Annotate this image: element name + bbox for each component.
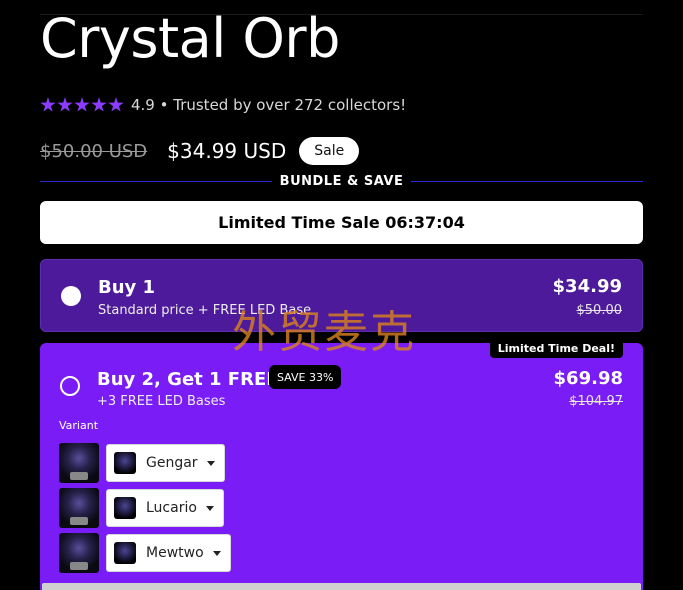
variant-select[interactable]: Lucario — [106, 489, 224, 527]
variant-thumbnail — [59, 533, 99, 573]
variant-select-value: Gengar — [146, 455, 198, 471]
bundle-header: BUNDLE & SAVE — [40, 172, 644, 190]
caret-down-icon — [212, 550, 221, 556]
star-icon — [57, 97, 73, 112]
rating-row: 4.9 • Trusted by over 272 collectors! — [40, 94, 406, 116]
save-badge: SAVE 33% — [269, 365, 342, 389]
sale-badge: Sale — [299, 137, 360, 165]
radio-unselected[interactable] — [60, 376, 80, 396]
option-title: Buy 2, Get 1 FREE — [97, 369, 279, 390]
option-compare-price: $104.97 — [569, 394, 623, 409]
star-icon — [74, 97, 90, 112]
current-price: $34.99 USD — [167, 139, 287, 163]
divider-line — [40, 180, 272, 182]
option-footer-strip — [42, 583, 641, 590]
variant-row: Mewtwo — [59, 533, 231, 573]
bundle-header-label: BUNDLE & SAVE — [279, 173, 404, 189]
option-subtitle: +3 FREE LED Bases — [97, 394, 226, 409]
variant-thumbnail — [59, 443, 99, 483]
option-title: Buy 1 — [98, 277, 156, 298]
watermark: 外贸麦克 — [232, 307, 416, 358]
rating-text: 4.9 • Trusted by over 272 collectors! — [131, 96, 407, 114]
variant-swatch-image — [114, 542, 136, 564]
variant-select[interactable]: Gengar — [106, 444, 225, 482]
variant-row: Lucario — [59, 488, 224, 528]
price-row: $50.00 USD $34.99 USD Sale — [40, 136, 360, 166]
limited-deal-badge: Limited Time Deal! — [489, 338, 623, 358]
option-price: $69.98 — [553, 368, 623, 389]
compare-at-price: $50.00 USD — [40, 140, 148, 162]
product-title: Crystal Orb — [40, 7, 340, 70]
variant-swatch-image — [114, 452, 136, 474]
star-icon — [40, 97, 56, 112]
option-price: $34.99 — [552, 276, 622, 297]
radio-selected[interactable] — [61, 286, 81, 306]
variant-label: Variant — [59, 419, 99, 432]
variant-thumbnail — [59, 488, 99, 528]
bundle-option-buy-2-get-1[interactable]: Limited Time Deal! Buy 2, Get 1 FREE SAV… — [40, 338, 643, 590]
caret-down-icon — [206, 460, 215, 466]
variant-row: Gengar — [59, 443, 225, 483]
option-compare-price: $50.00 — [576, 303, 623, 318]
star-icon — [91, 97, 107, 112]
divider-line — [411, 180, 644, 182]
sale-timer-bar: Limited Time Sale 06:37:04 — [40, 201, 643, 244]
variant-swatch-image — [114, 497, 136, 519]
rating-stars — [40, 97, 124, 113]
variant-select-value: Lucario — [146, 500, 197, 516]
variant-select-value: Mewtwo — [146, 545, 204, 561]
variant-select[interactable]: Mewtwo — [106, 534, 231, 572]
caret-down-icon — [205, 505, 214, 511]
star-icon — [108, 97, 124, 112]
